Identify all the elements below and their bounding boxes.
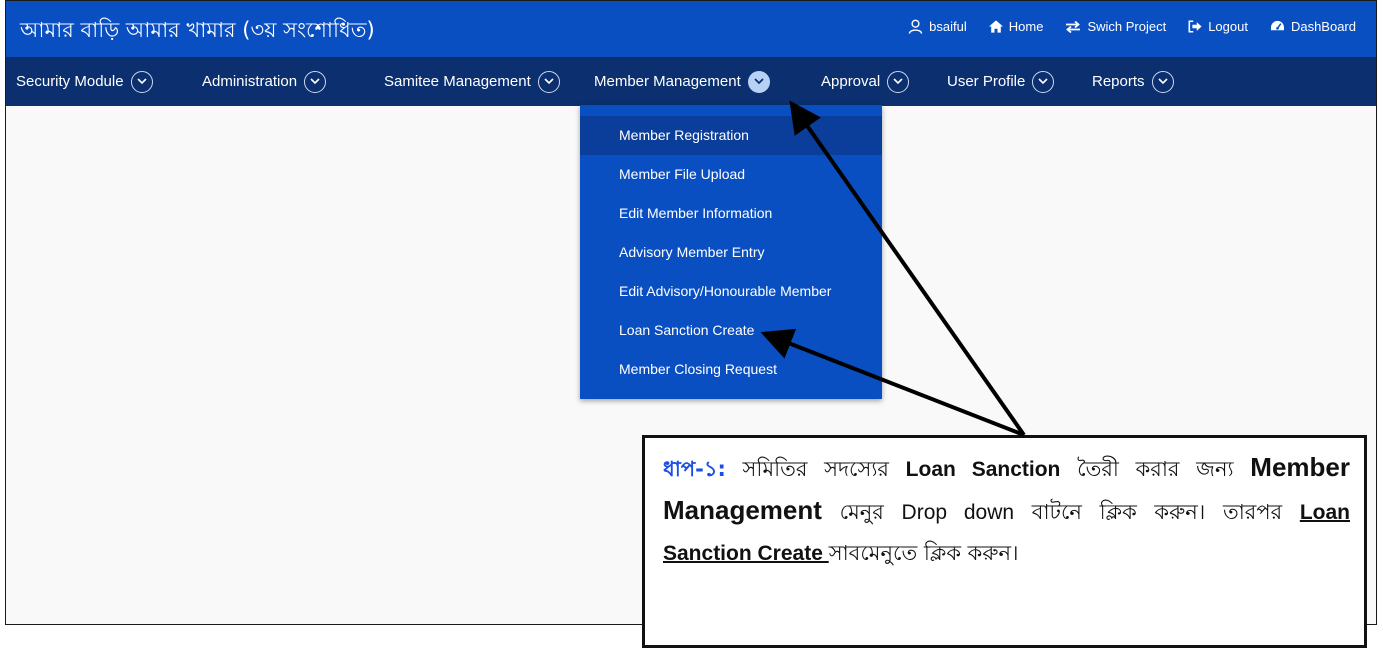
menu-item-loan-sanction-create[interactable]: Loan Sanction Create	[580, 311, 882, 350]
callout-text: বাটনে ক্লিক করুন। তারপর	[1014, 500, 1300, 524]
switch-project-link[interactable]: Swich Project	[1065, 19, 1166, 34]
callout-text: সমিতির সদস্যের	[725, 457, 906, 481]
menu-item-member-registration[interactable]: Member Registration	[580, 116, 882, 155]
dashboard-icon	[1270, 20, 1285, 33]
nav-label: Samitee Management	[384, 73, 531, 90]
switch-project-label: Swich Project	[1087, 19, 1167, 34]
instruction-callout: ধাপ-১: সমিতির সদস্যের Loan Sanction তৈরী…	[642, 435, 1367, 648]
nav-approval[interactable]: Approval	[821, 57, 910, 106]
callout-text: মেনুর	[821, 500, 902, 524]
user-name: bsaiful	[929, 19, 967, 34]
nav-label: Approval	[821, 73, 881, 90]
logout-label: Logout	[1208, 19, 1248, 34]
main-nav: Security Module Administration Samitee M…	[6, 57, 1376, 106]
nav-security-module[interactable]: Security Module	[16, 57, 153, 106]
nav-administration[interactable]: Administration	[202, 57, 327, 106]
chevron-down-icon[interactable]	[747, 70, 770, 93]
menu-item-edit-advisory-member[interactable]: Edit Advisory/Honourable Member	[580, 272, 882, 311]
logout-icon	[1188, 20, 1202, 33]
home-label: Home	[1008, 19, 1044, 34]
nav-label: Reports	[1092, 73, 1145, 90]
swap-icon	[1065, 20, 1081, 33]
nav-reports[interactable]: Reports	[1092, 57, 1174, 106]
menu-item-member-file-upload[interactable]: Member File Upload	[580, 155, 882, 194]
member-management-dropdown: Member Registration Member File Upload E…	[580, 105, 882, 399]
chevron-down-icon[interactable]	[304, 70, 327, 93]
nav-label: Member Management	[594, 73, 741, 90]
top-header: আমার বাড়ি আমার খামার (৩য় সংশোধিত) bsai…	[6, 1, 1376, 57]
home-icon	[988, 20, 1003, 33]
menu-item-edit-member-information[interactable]: Edit Member Information	[580, 194, 882, 233]
nav-member-management[interactable]: Member Management	[594, 57, 770, 106]
callout-text: Drop down	[901, 501, 1015, 524]
dashboard-label: DashBoard	[1290, 19, 1356, 34]
menu-item-advisory-member-entry[interactable]: Advisory Member Entry	[580, 233, 882, 272]
app-title: আমার বাড়ি আমার খামার (৩য় সংশোধিত)	[20, 18, 375, 42]
callout-text: সাবমেনুতে ক্লিক করুন।	[828, 541, 1019, 565]
header-links: bsaiful Home Swich Project Logout DashBo…	[908, 19, 1356, 34]
nav-samitee-management[interactable]: Samitee Management	[384, 57, 560, 106]
callout-text: তৈরী করার জন্য	[1060, 457, 1251, 481]
chevron-down-icon[interactable]	[1151, 70, 1174, 93]
callout-bold-text: Loan Sanction	[905, 458, 1061, 481]
chevron-down-icon[interactable]	[887, 70, 910, 93]
nav-user-profile[interactable]: User Profile	[947, 57, 1055, 106]
nav-label: Administration	[202, 73, 298, 90]
user-icon	[908, 19, 923, 34]
step-label: ধাপ-১:	[663, 457, 726, 481]
chevron-down-icon[interactable]	[537, 70, 560, 93]
nav-label: Security Module	[16, 73, 124, 90]
chevron-down-icon[interactable]	[130, 70, 153, 93]
logout-link[interactable]: Logout	[1188, 19, 1248, 34]
chevron-down-icon[interactable]	[1032, 70, 1055, 93]
nav-label: User Profile	[947, 73, 1026, 90]
home-link[interactable]: Home	[988, 19, 1044, 34]
dashboard-link[interactable]: DashBoard	[1270, 19, 1356, 34]
menu-item-member-closing-request[interactable]: Member Closing Request	[580, 350, 882, 389]
user-link[interactable]: bsaiful	[908, 19, 967, 34]
